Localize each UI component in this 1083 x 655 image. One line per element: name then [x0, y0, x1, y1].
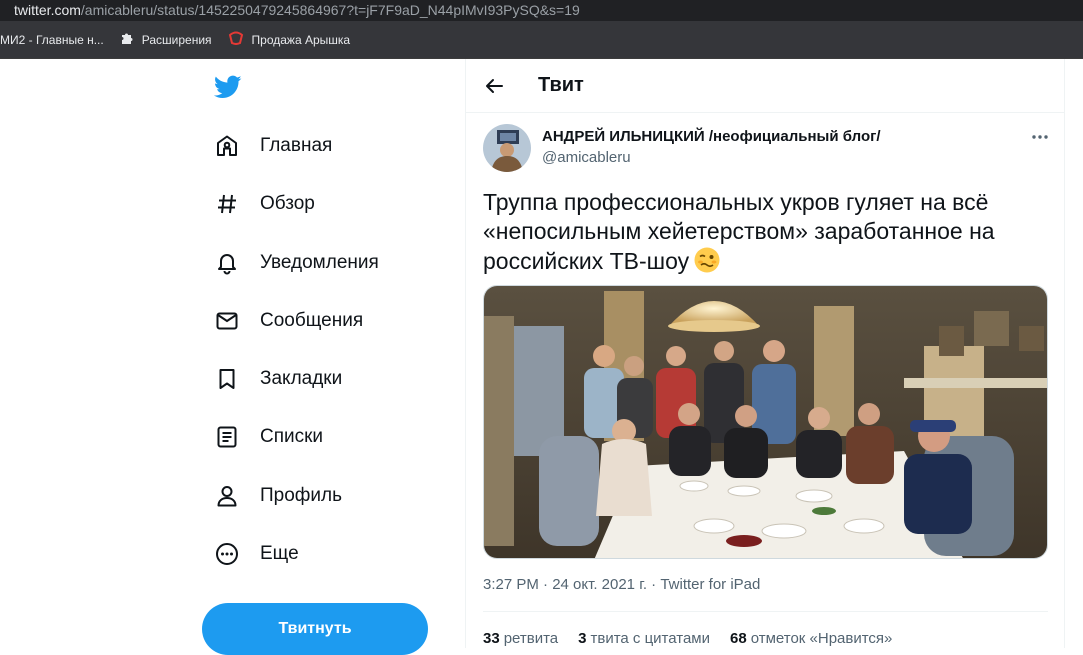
page-header: Твит [466, 59, 1064, 112]
bookmark-sale[interactable]: Продажа Арышка [228, 31, 351, 48]
envelope-icon [214, 308, 240, 334]
url-host: twitter.com [14, 2, 81, 18]
nav-item-label: Еще [260, 543, 299, 564]
nav-item-more[interactable]: Еще [214, 534, 299, 574]
bookmark-extensions[interactable]: Расширения [120, 31, 212, 48]
likes-stat[interactable]: 68 отметок «Нравится» [730, 630, 892, 647]
nav-item-label: Списки [260, 426, 324, 447]
tweet-text: Труппа профессиональных укров гуляет на … [483, 188, 1043, 276]
nav-item-label: Сообщения [260, 310, 364, 331]
woozy-face-emoji-icon [693, 246, 721, 274]
more-circle-icon [214, 541, 240, 567]
list-icon [214, 424, 240, 450]
nav-item-messages[interactable]: Сообщения [214, 301, 363, 341]
bookmark-label: Расширения [141, 32, 212, 47]
stat-label: ретвита [503, 630, 559, 647]
bookmark-label: МИ2 - Главные н... [0, 32, 104, 47]
nav-item-bookmarks[interactable]: Закладки [214, 359, 342, 399]
main-column: Твит АНДРЕЙ ИЛЬНИЦКИЙ /неофициальный бло… [465, 59, 1065, 648]
tweet-button[interactable]: Твитнуть [202, 603, 428, 655]
avatar[interactable] [483, 124, 531, 172]
tweet-stats: 33 ретвита 3 твита с цитатами 68 отметок «Н… [483, 630, 912, 647]
stat-count: 33 [483, 630, 500, 647]
nav-item-label: Главная [260, 135, 333, 156]
nav-item-home[interactable]: Главная [214, 126, 332, 166]
nav-item-explore[interactable]: Обзор [214, 184, 315, 224]
twitter-logo-icon[interactable] [213, 73, 242, 101]
puzzle-icon [120, 31, 134, 48]
bookmark-icon [214, 366, 240, 392]
author-handle[interactable]: @amicableru [542, 149, 631, 166]
more-options-icon[interactable] [1028, 129, 1052, 145]
back-arrow-icon[interactable] [476, 68, 512, 104]
bell-icon [214, 250, 240, 276]
retweets-stat[interactable]: 33 ретвита [483, 630, 558, 647]
bookmarks-bar: МИ2 - Главные н... Расширения Продажа Ар… [0, 21, 1083, 59]
tweet-text-content: Труппа профессиональных укров гуляет на … [483, 189, 995, 274]
tweet-timestamp[interactable]: 3:27 PM · 24 окт. 2021 г. · Twitter for … [483, 576, 760, 593]
nav-item-profile[interactable]: Профиль [214, 476, 342, 516]
stat-count: 3 [578, 630, 587, 647]
twitter-page: Главная Обзор Уведомления Сообщения Закл… [0, 59, 1083, 655]
bookmark-label: Продажа Арышка [251, 32, 351, 47]
person-icon [214, 483, 240, 509]
nav-item-label: Обзор [260, 193, 315, 214]
nav-item-label: Уведомления [260, 252, 379, 273]
stat-label: твита с цитатами [590, 630, 711, 647]
stat-count: 68 [730, 630, 747, 647]
nav-item-lists[interactable]: Списки [214, 417, 323, 457]
sidebar-nav: Главная Обзор Уведомления Сообщения Закл… [200, 59, 440, 655]
brand-icon [228, 31, 244, 48]
bookmark-mi2[interactable]: МИ2 - Главные н... [0, 33, 104, 47]
stat-label: отметок «Нравится» [750, 630, 893, 647]
author-name[interactable]: АНДРЕЙ ИЛЬНИЦКИЙ /неофициальный блог/ [542, 128, 881, 145]
nav-item-notifications[interactable]: Уведомления [214, 243, 379, 283]
address-bar[interactable]: twitter.com/amicableru/status/1452250479… [0, 0, 1083, 21]
nav-item-label: Профиль [260, 485, 343, 506]
quotes-stat[interactable]: 3 твита с цитатами [578, 630, 710, 647]
hashtag-icon [214, 191, 240, 217]
header-divider [466, 112, 1064, 113]
page-title: Твит [538, 74, 584, 96]
url-path: /amicableru/status/1452250479245864967?t… [80, 2, 580, 18]
nav-item-label: Закладки [260, 368, 343, 389]
home-icon [214, 133, 240, 159]
tweet-photo[interactable] [483, 285, 1048, 559]
meta-divider [483, 611, 1048, 612]
